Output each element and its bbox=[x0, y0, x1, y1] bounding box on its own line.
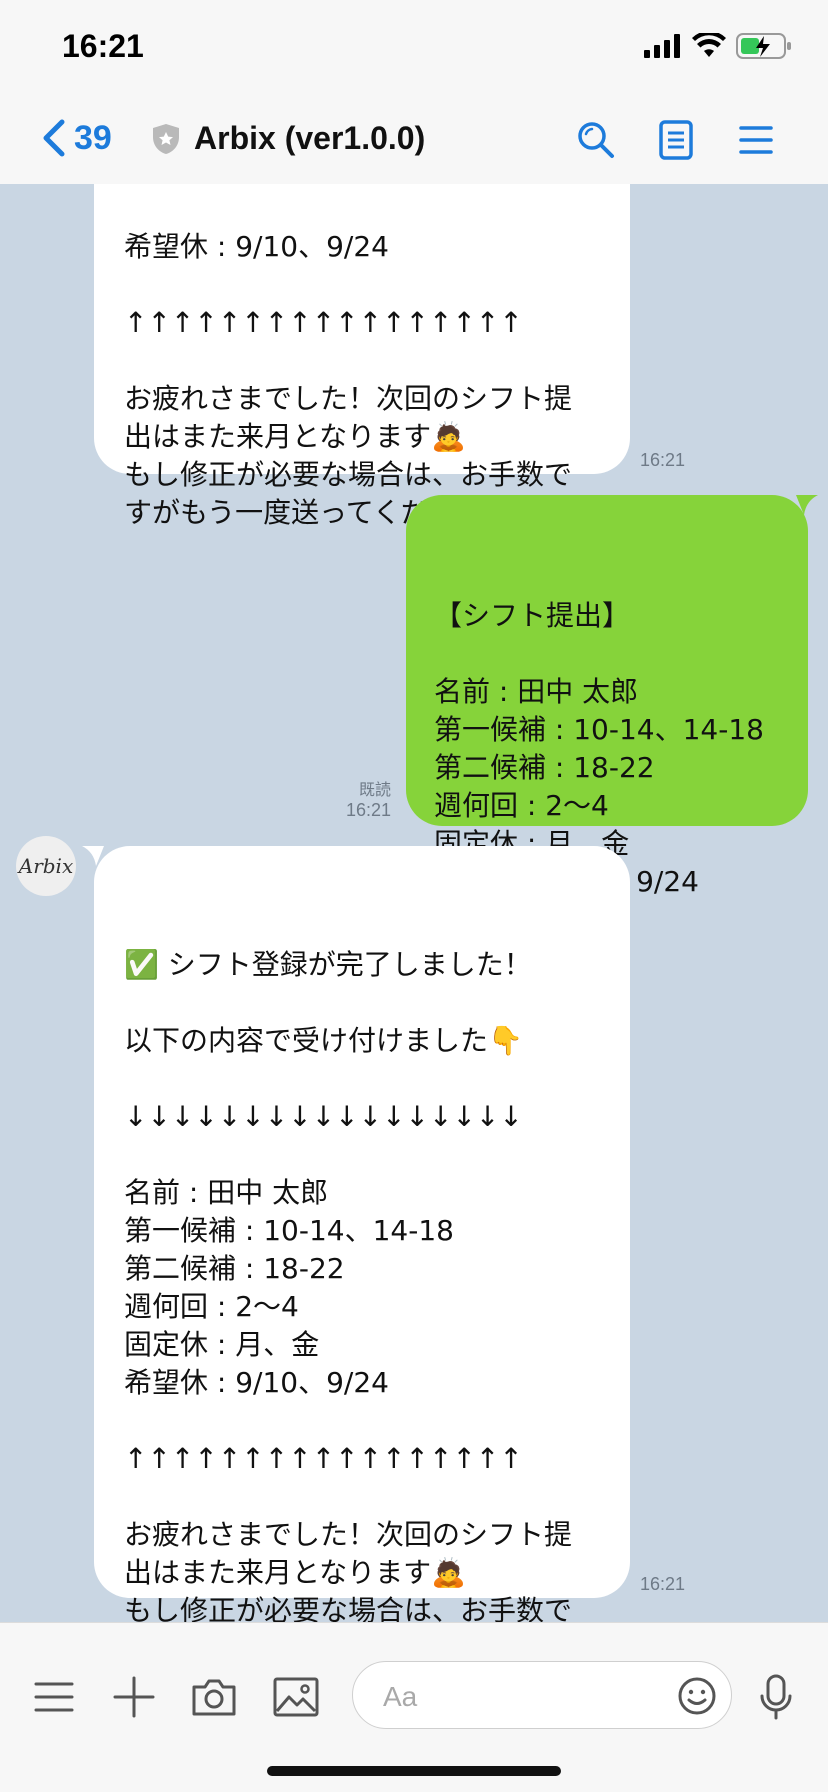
message-time: 16:21 bbox=[640, 450, 686, 470]
message-input-field[interactable] bbox=[352, 1661, 732, 1729]
camera-button[interactable] bbox=[190, 1673, 238, 1721]
sent-message[interactable]: 【シフト提出】 名前 : 田中 太郎 第一候補 : 10-14、14-18 第二… bbox=[406, 495, 808, 898]
chat-area[interactable]: 希望休 : 9/10、9/24 ↑↑↑↑↑↑↑↑↑↑↑↑↑↑↑↑↑ お疲れさまで… bbox=[0, 184, 828, 1622]
unread-count: 39 bbox=[74, 118, 112, 157]
microphone-icon bbox=[760, 1674, 792, 1720]
bot-avatar[interactable]: Arbix bbox=[16, 836, 76, 896]
message-time: 16:21 bbox=[346, 800, 392, 820]
back-button[interactable]: 39 bbox=[40, 118, 112, 158]
search-button[interactable] bbox=[574, 118, 618, 162]
signal-icon bbox=[644, 34, 680, 58]
plus-button[interactable] bbox=[110, 1673, 158, 1721]
status-time: 16:21 bbox=[62, 28, 144, 64]
menu-button[interactable] bbox=[734, 118, 778, 162]
back-chevron-icon bbox=[43, 119, 65, 157]
status-bar: 16:21 bbox=[0, 0, 828, 100]
status-icons bbox=[644, 32, 792, 60]
notes-icon bbox=[659, 120, 693, 160]
chat-title: Arbix (ver1.0.0) bbox=[194, 120, 426, 156]
hamburger-icon bbox=[34, 1682, 74, 1712]
image-icon bbox=[273, 1677, 319, 1717]
line-chat-screen: 16:21 39 Arbix (ver1.0.0) 希望休: 9/10、9/2… bbox=[0, 0, 828, 1792]
header-actions bbox=[574, 118, 778, 162]
message-text: 希望休 : 9/10、9/24 ↑↑↑↑↑↑↑↑↑↑↑↑↑↑↑↑↑ お疲れさまで… bbox=[124, 230, 573, 529]
shield-icon bbox=[153, 123, 179, 154]
menu-icon bbox=[739, 126, 773, 154]
received-message[interactable]: 希望休 : 9/10、9/24 ↑↑↑↑↑↑↑↑↑↑↑↑↑↑↑↑↑ お疲れさまで… bbox=[94, 184, 630, 529]
message-text: ✅ シフト登録が完了しました！ 以下の内容で受け付けました👇 ↓↓↓↓↓↓↓↓↓… bbox=[124, 948, 573, 1622]
notes-button[interactable] bbox=[654, 118, 698, 162]
voice-button[interactable] bbox=[752, 1673, 800, 1721]
chat-title-wrap[interactable]: Arbix (ver1.0.0) bbox=[152, 120, 425, 157]
sent-bubble-tail bbox=[796, 495, 818, 515]
avatar-label: Arbix bbox=[18, 854, 74, 878]
plus-icon bbox=[113, 1676, 155, 1718]
message-time: 16:21 bbox=[640, 1574, 686, 1594]
battery-charging-icon bbox=[736, 33, 791, 59]
emoji-icon bbox=[678, 1677, 716, 1715]
camera-icon bbox=[192, 1679, 236, 1716]
emoji-button[interactable] bbox=[675, 1674, 719, 1718]
home-indicator[interactable] bbox=[267, 1766, 561, 1776]
read-receipt: 既読 bbox=[359, 780, 392, 799]
message-input[interactable] bbox=[381, 1676, 665, 1718]
chat-header: 39 Arbix (ver1.0.0) bbox=[0, 100, 828, 185]
image-button[interactable] bbox=[272, 1673, 320, 1721]
wifi-icon bbox=[692, 33, 726, 57]
received-message[interactable]: ✅ シフト登録が完了しました！ 以下の内容で受け付けました👇 ↓↓↓↓↓↓↓↓↓… bbox=[94, 846, 630, 1622]
search-icon bbox=[578, 122, 614, 158]
more-menu-button[interactable] bbox=[30, 1673, 78, 1721]
